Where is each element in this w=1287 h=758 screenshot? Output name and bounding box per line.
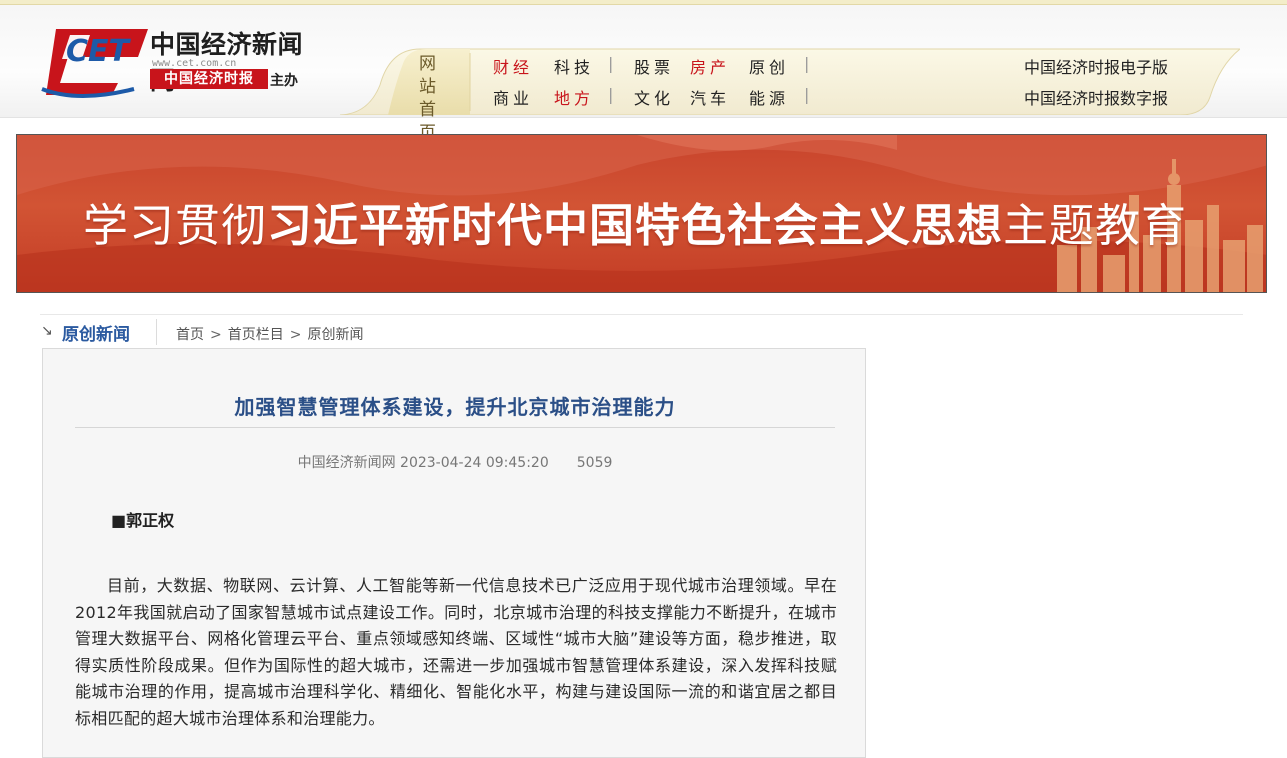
nav-separator: | — [608, 85, 614, 104]
nav-separator: | — [608, 54, 614, 73]
article-paragraph: 目前，大数据、物联网、云计算、人工智能等新一代信息技术已广泛应用于现代城市治理领… — [75, 576, 837, 728]
breadcrumb-original-news[interactable]: 原创新闻 — [307, 327, 363, 343]
logo-url: www.cet.com.cn — [152, 58, 237, 69]
article-panel: 加强智慧管理体系建设，提升北京城市治理能力 中国经济新闻网 2023-04-24… — [42, 348, 866, 758]
section-divider — [156, 319, 157, 345]
digital-paper-link[interactable]: 中国经济时报数字报 — [1024, 85, 1168, 109]
breadcrumb-column[interactable]: 首页栏目 — [228, 327, 284, 343]
theme-education-banner[interactable]: 学习贯彻习近平新时代中国特色社会主义思想主题教育 — [16, 134, 1267, 293]
nav-link-realestate[interactable]: 房产 — [690, 54, 730, 78]
logo-paper-name: 中国经济时报 — [150, 69, 268, 89]
nav-link-stocks[interactable]: 股票 — [634, 54, 674, 78]
section-header: ↘ 原创新闻 首页 > 首页栏目 > 原创新闻 — [40, 314, 1243, 349]
nav-home-link[interactable]: 网站 首页 — [410, 53, 450, 145]
nav-link-culture[interactable]: 文化 — [634, 85, 674, 109]
nav-separator: | — [804, 54, 810, 73]
site-header: CET 中国经济新闻网 www.cet.com.cn 中国经济时报 主办 — [0, 5, 1287, 143]
article-title: 加强智慧管理体系建设，提升北京城市治理能力 — [234, 395, 676, 419]
article-source: 中国经济新闻网 — [297, 455, 396, 471]
nav-link-local[interactable]: 地方 — [554, 85, 594, 109]
cet-logo-mark: CET — [41, 29, 148, 98]
site-logo[interactable]: CET 中国经济新闻网 www.cet.com.cn 中国经济时报 主办 — [38, 25, 328, 105]
arrow-down-right-icon: ↘ — [41, 323, 53, 339]
epaper-link[interactable]: 中国经济时报电子版 — [1024, 54, 1168, 78]
article-author: ■郭正权 — [111, 511, 175, 530]
breadcrumb: 首页 > 首页栏目 > 原创新闻 — [176, 324, 363, 344]
title-divider — [75, 427, 835, 428]
svg-text:CET: CET — [66, 34, 132, 69]
breadcrumb-separator: > — [210, 327, 222, 343]
banner-headline: 学习贯彻习近平新时代中国特色社会主义思想主题教育 — [83, 189, 1187, 254]
logo-host-label: 主办 — [270, 73, 298, 89]
section-title: 原创新闻 — [62, 325, 130, 345]
nav-separator: | — [804, 85, 810, 104]
banner-text-bold: 习近平新时代中国特色社会主义思想 — [267, 199, 1004, 252]
nav-link-energy[interactable]: 能源 — [749, 85, 789, 109]
article-meta: 中国经济新闻网 2023-04-24 09:45:20 5059 — [43, 452, 867, 472]
nav-link-original[interactable]: 原创 — [749, 54, 789, 78]
nav-link-finance[interactable]: 财经 — [493, 54, 533, 78]
banner-text-part2: 主题教育 — [1003, 199, 1188, 252]
nav-link-tech[interactable]: 科技 — [554, 54, 594, 78]
breadcrumb-separator: > — [289, 327, 302, 343]
nav-link-business[interactable]: 商业 — [493, 85, 533, 109]
article-view-count: 5059 — [576, 455, 613, 471]
nav-link-auto[interactable]: 汽车 — [690, 85, 730, 109]
article-datetime: 2023-04-24 09:45:20 — [400, 455, 549, 471]
main-navigation: 网站 首页 财经 科技 | 股票 房产 原创 | 商业 地方 | 文化 汽车 能… — [340, 45, 1240, 143]
nav-home-line1: 网站 — [419, 54, 441, 97]
banner-text-part1: 学习贯彻 — [83, 199, 268, 252]
breadcrumb-home[interactable]: 首页 — [176, 327, 204, 343]
